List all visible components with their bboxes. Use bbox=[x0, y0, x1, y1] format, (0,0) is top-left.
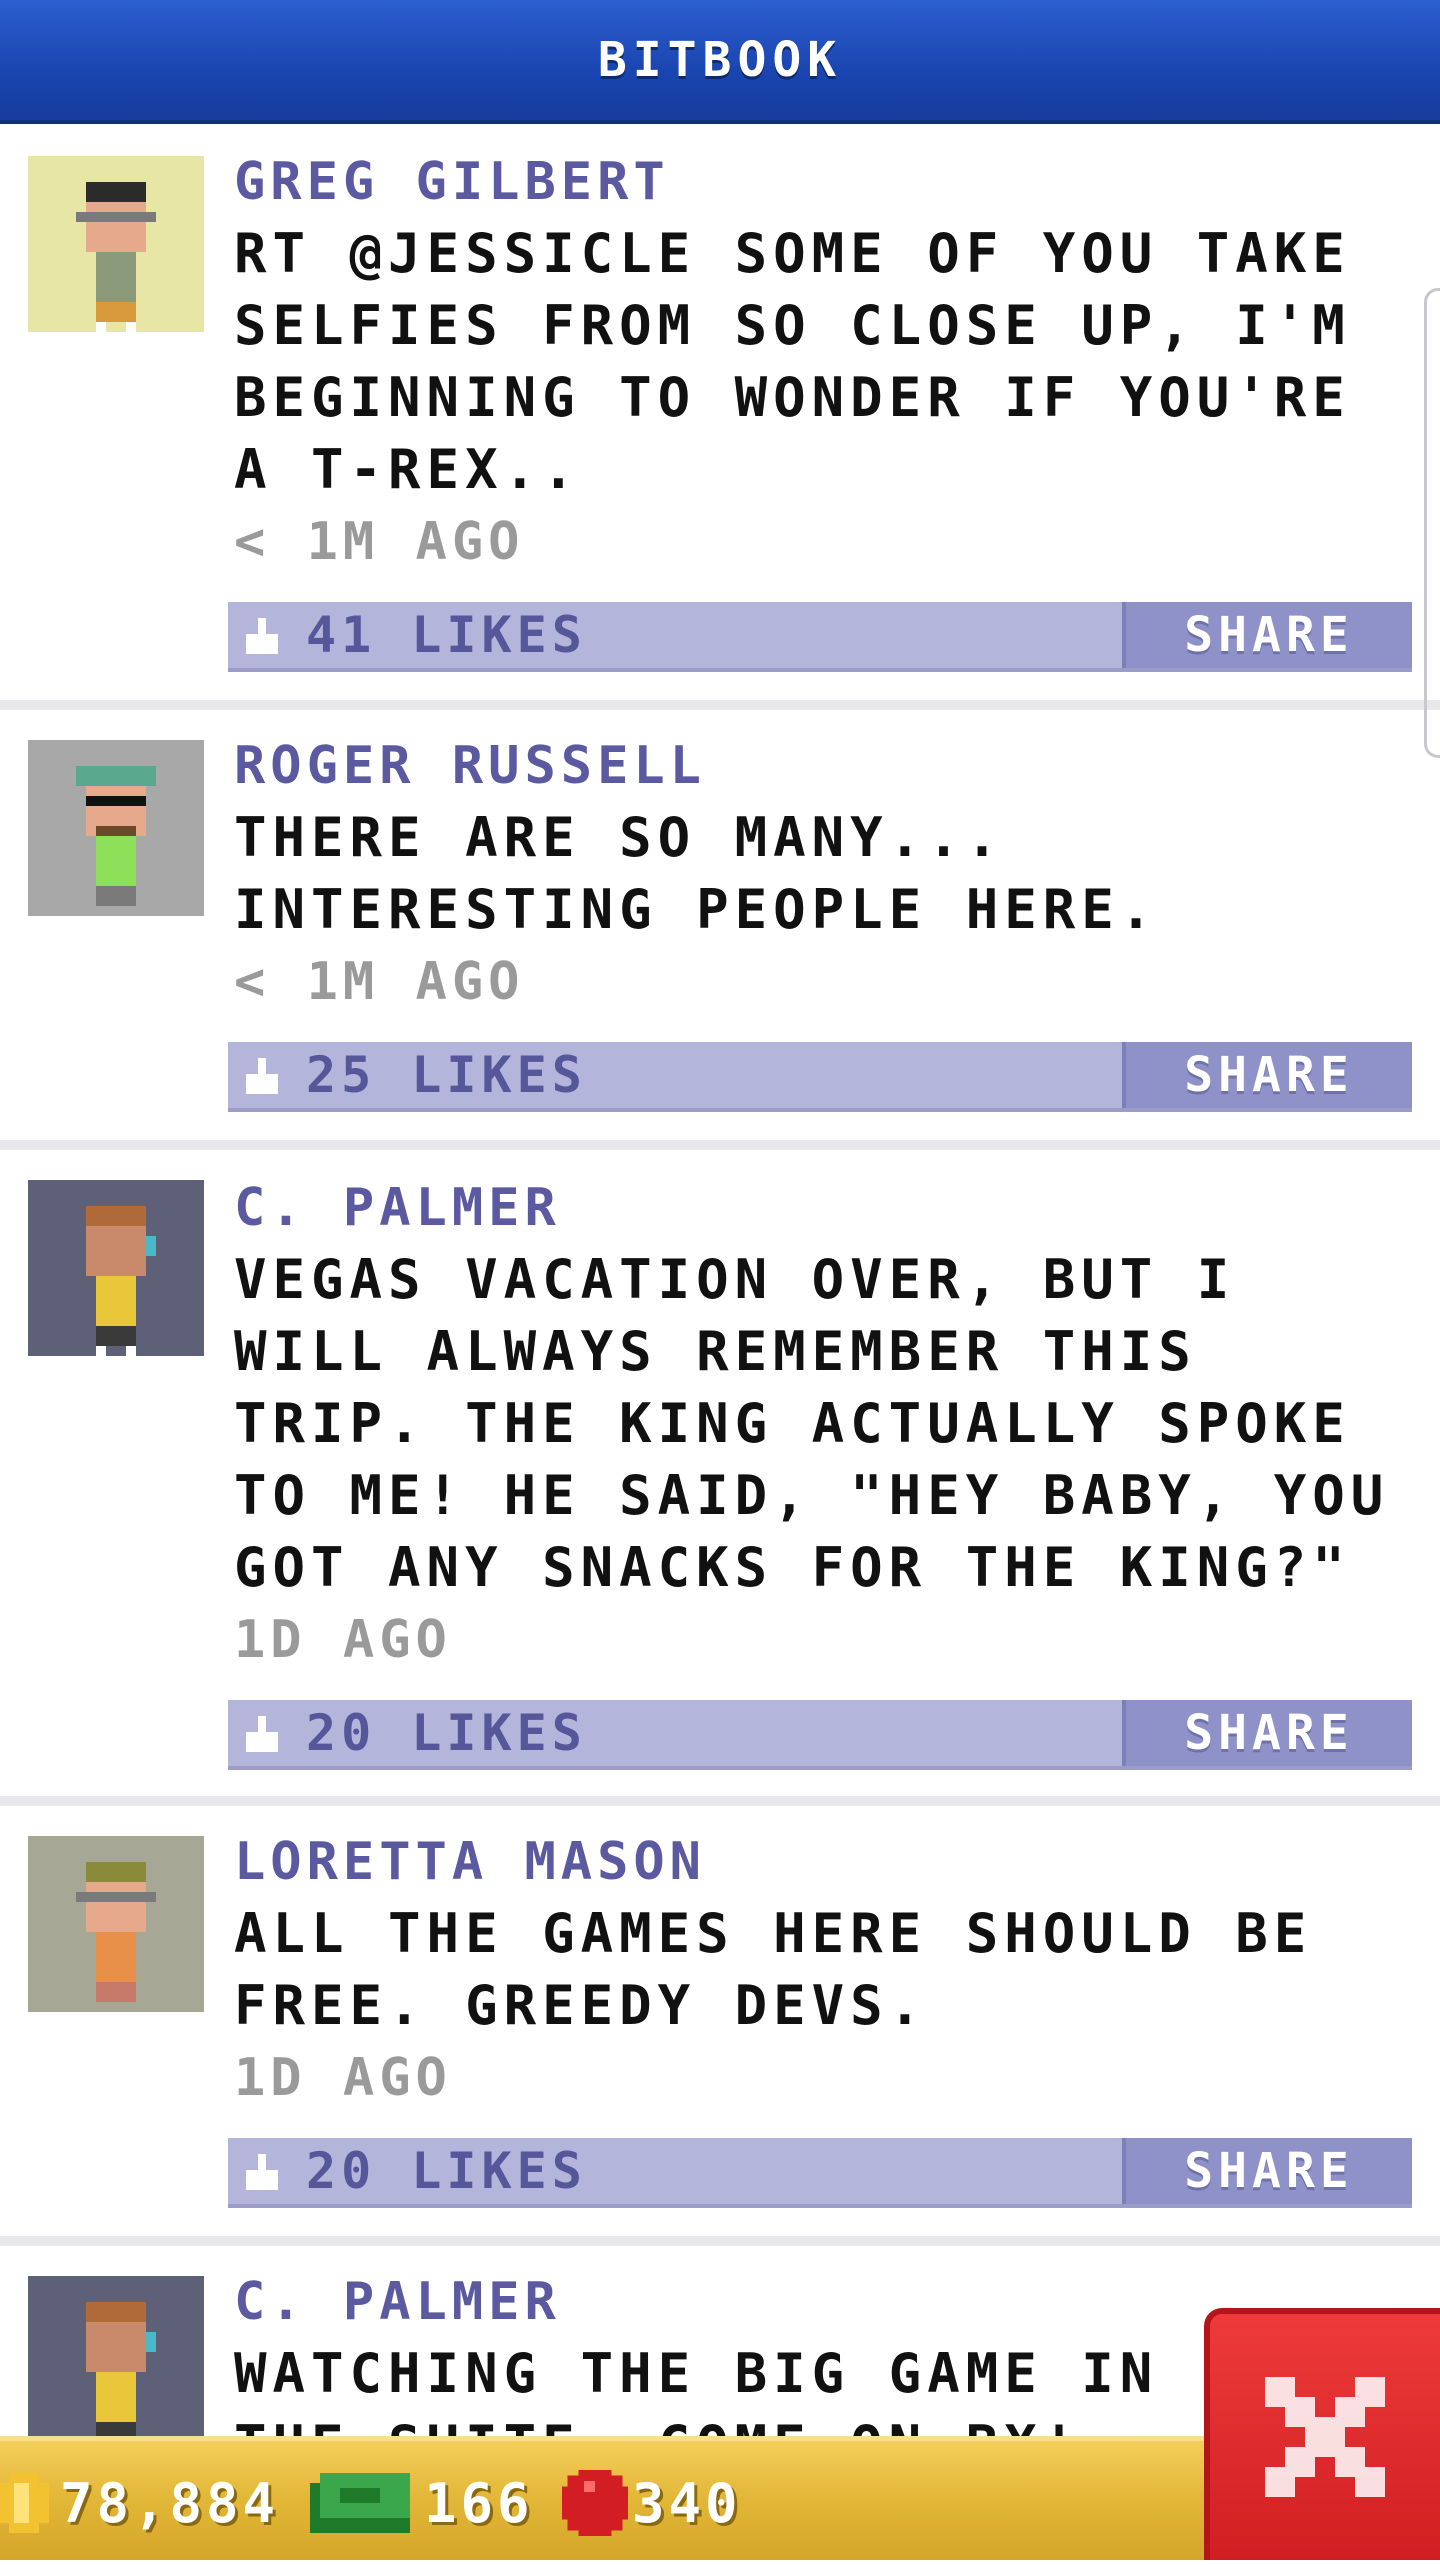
avatar[interactable] bbox=[28, 2276, 204, 2436]
divider bbox=[0, 1140, 1440, 1150]
coin-icon bbox=[0, 2473, 49, 2533]
post-time: < 1M AGO bbox=[234, 952, 525, 1012]
feed[interactable]: GREG GILBERT RT @JESSICLE SOME OF YOU TA… bbox=[0, 124, 1440, 2436]
avatar-image-icon bbox=[76, 766, 156, 906]
like-bar: 20 LIKES SHARE bbox=[228, 1700, 1412, 1770]
divider bbox=[0, 2236, 1440, 2246]
close-icon bbox=[1265, 2377, 1385, 2497]
post-author[interactable]: C. PALMER bbox=[234, 1172, 561, 1244]
post-time: 1D AGO bbox=[234, 1610, 452, 1670]
share-button[interactable]: SHARE bbox=[1122, 1042, 1412, 1108]
post-time: < 1M AGO bbox=[234, 512, 525, 572]
post-message: THERE ARE SO MANY... INTERESTING PEOPLE … bbox=[234, 806, 1159, 941]
share-button[interactable]: SHARE bbox=[1122, 602, 1412, 668]
post-author[interactable]: C. PALMER bbox=[234, 2266, 561, 2338]
post-author[interactable]: LORETTA MASON bbox=[234, 1826, 706, 1898]
like-bar: 25 LIKES SHARE bbox=[228, 1042, 1412, 1112]
share-button[interactable]: SHARE bbox=[1122, 2138, 1412, 2204]
avatar[interactable] bbox=[28, 740, 204, 916]
post-author[interactable]: ROGER RUSSELL bbox=[234, 730, 706, 802]
scrollbar[interactable] bbox=[1424, 288, 1440, 758]
divider bbox=[0, 700, 1440, 710]
post: C. PALMER VEGAS VACATION OVER, BUT I WIL… bbox=[0, 1150, 1440, 1806]
thumbs-up-icon[interactable] bbox=[242, 2154, 282, 2194]
avatar[interactable] bbox=[28, 156, 204, 332]
thumbs-up-icon[interactable] bbox=[242, 1716, 282, 1756]
points-count: 340 bbox=[632, 2471, 742, 2535]
coins-stat: 78,884 bbox=[0, 2441, 279, 2565]
post: GREG GILBERT RT @JESSICLE SOME OF YOU TA… bbox=[0, 124, 1440, 710]
thumbs-up-icon[interactable] bbox=[242, 618, 282, 658]
post-message: WATCHING THE BIG GAME IN THE SUITE. COME… bbox=[234, 2342, 1159, 2436]
post-message: RT @JESSICLE SOME OF YOU TAKE SELFIES FR… bbox=[234, 222, 1351, 501]
avatar-image-icon bbox=[86, 2302, 156, 2436]
close-button[interactable] bbox=[1204, 2308, 1440, 2560]
divider bbox=[0, 1796, 1440, 1806]
bux-count: 166 bbox=[424, 2471, 534, 2535]
post: LORETTA MASON ALL THE GAMES HERE SHOULD … bbox=[0, 1806, 1440, 2246]
avatar-image-icon bbox=[76, 1862, 156, 2002]
share-button[interactable]: SHARE bbox=[1122, 1700, 1412, 1766]
page-title: BITBOOK bbox=[597, 32, 843, 88]
app-header: BITBOOK bbox=[0, 0, 1440, 124]
post-time: 1D AGO bbox=[234, 2048, 452, 2108]
post: ROGER RUSSELL THERE ARE SO MANY... INTER… bbox=[0, 710, 1440, 1150]
post-author[interactable]: GREG GILBERT bbox=[234, 146, 670, 218]
likes-count: 20 LIKES bbox=[306, 2142, 587, 2200]
like-bar: 41 LIKES SHARE bbox=[228, 602, 1412, 672]
post-message: ALL THE GAMES HERE SHOULD BE FREE. GREED… bbox=[234, 1902, 1313, 2037]
points-icon bbox=[562, 2470, 628, 2536]
points-stat: 340 bbox=[562, 2441, 742, 2565]
post-message: VEGAS VACATION OVER, BUT I WILL ALWAYS R… bbox=[234, 1248, 1390, 1599]
coins-count: 78,884 bbox=[60, 2471, 280, 2535]
like-bar: 20 LIKES SHARE bbox=[228, 2138, 1412, 2208]
likes-count: 20 LIKES bbox=[306, 1704, 587, 1762]
bux-stat: 166 bbox=[310, 2441, 534, 2565]
likes-count: 25 LIKES bbox=[306, 1046, 587, 1104]
avatar[interactable] bbox=[28, 1836, 204, 2012]
likes-count: 41 LIKES bbox=[306, 606, 587, 664]
avatar[interactable] bbox=[28, 1180, 204, 1356]
bux-icon bbox=[310, 2473, 410, 2533]
avatar-image-icon bbox=[76, 182, 156, 332]
avatar-image-icon bbox=[86, 1206, 156, 1356]
thumbs-up-icon[interactable] bbox=[242, 1058, 282, 1098]
